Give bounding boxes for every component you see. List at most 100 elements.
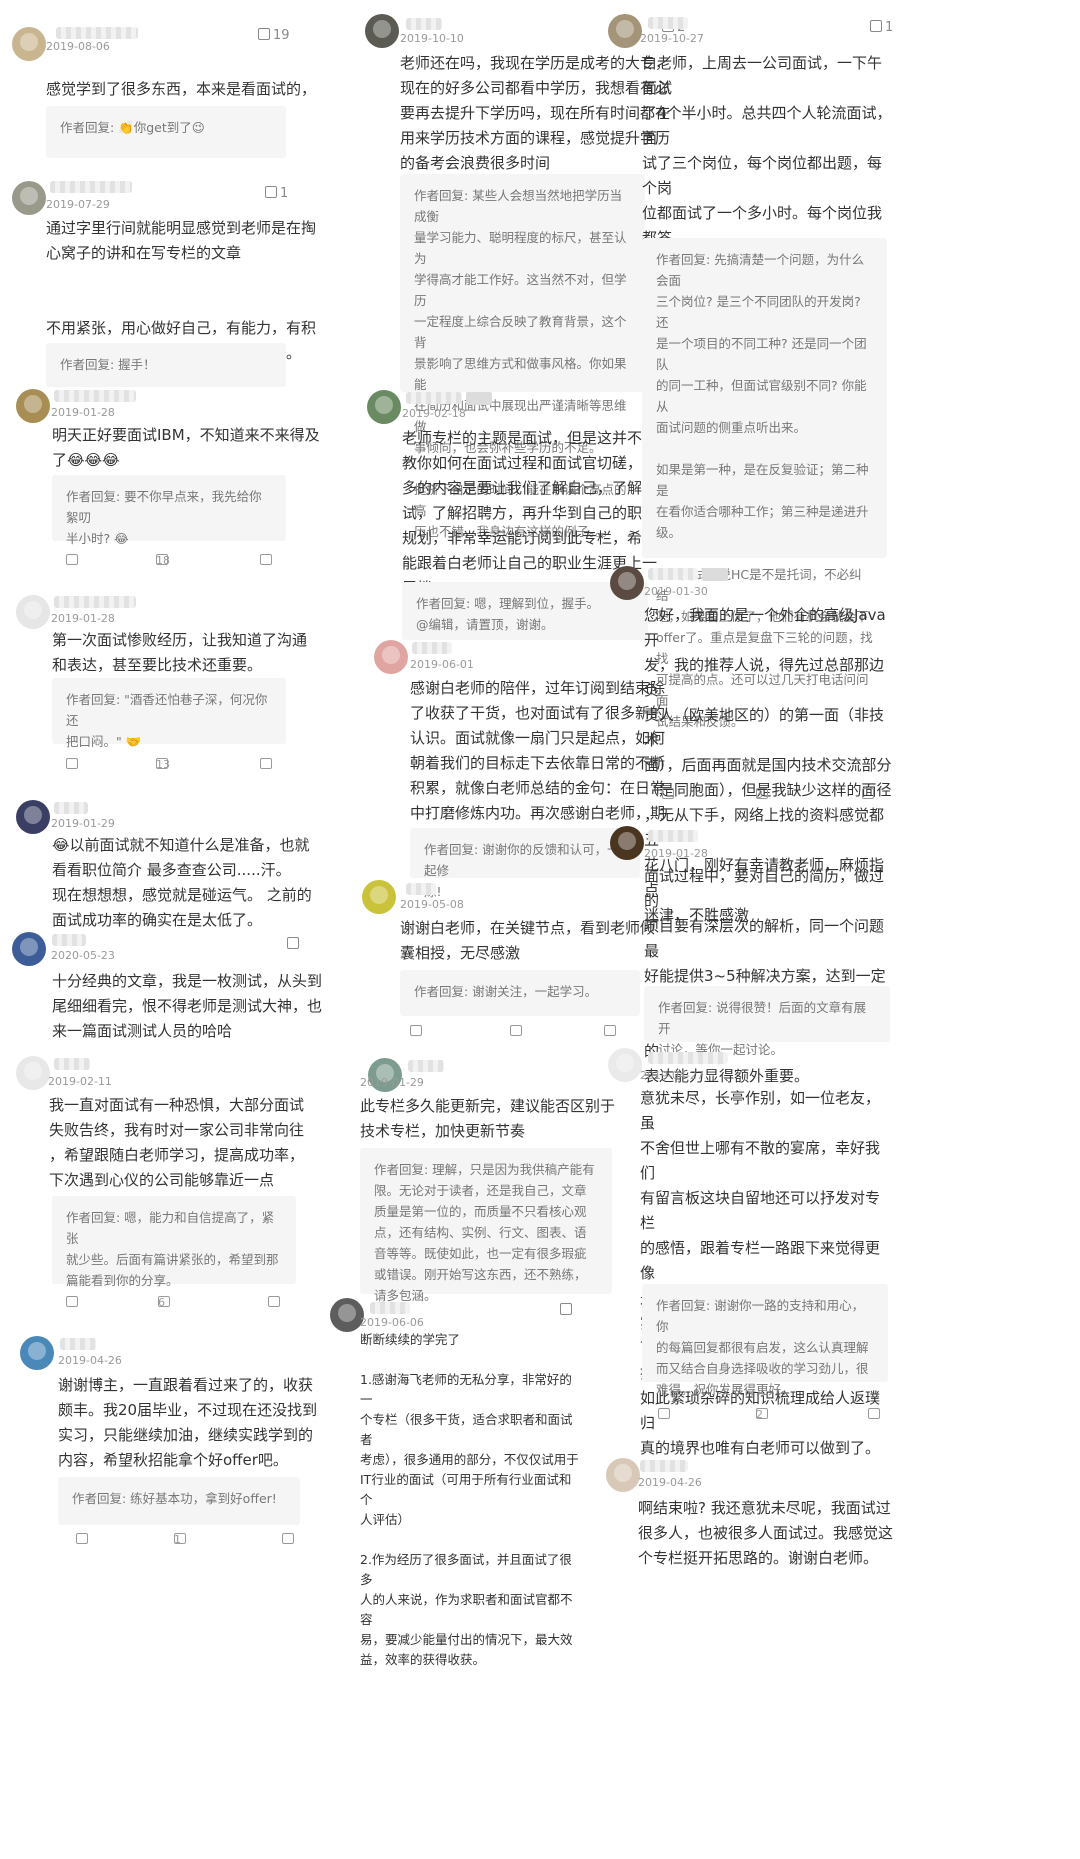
avatar[interactable] (12, 181, 46, 215)
username-redacted (54, 390, 136, 402)
comment-actions: 18 (66, 554, 286, 568)
like-button[interactable]: 1 (265, 186, 288, 201)
author-reply: 作者回复: 谢谢你的反馈和认可，一起修 炼! (410, 828, 640, 899)
comment-date: 2020-05-23 (51, 949, 115, 962)
comment-icon (66, 758, 78, 769)
avatar[interactable] (16, 800, 50, 834)
author-reply: 作者回复: 练好基本功，拿到好offer! (58, 1477, 300, 1525)
username-redacted (54, 802, 88, 814)
comment-icon (66, 1296, 78, 1307)
thumbs-up-icon (265, 186, 277, 198)
comment-date: 2019-05-08 (400, 898, 464, 911)
comments-column-1: 2019-08-06 19 感觉学到了很多东西，本来是看面试的， 后面变成了职业… (0, 0, 360, 1859)
comment-date: 2019-01-28 (51, 612, 115, 625)
avatar[interactable] (610, 566, 644, 600)
comment-actions: 3 (662, 788, 882, 802)
avatar[interactable] (16, 595, 50, 629)
like-count: 1 (885, 20, 894, 35)
username-redacted (54, 1058, 90, 1070)
username-redacted (648, 1052, 728, 1064)
avatar[interactable] (362, 880, 396, 914)
comment-date: 2019-01-29 (360, 1076, 424, 1089)
author-reply: 作者回复: "酒香还怕巷子深，何况你还 把口闷。" 🤝 (52, 678, 286, 749)
author-reply: 作者回复: 嗯，能力和自信提高了，紧张 就少些。后面有篇讲紧张的，希望到那 篇能… (52, 1196, 296, 1288)
share-icon (282, 1533, 294, 1544)
comment-date: 2019-01-28 (644, 847, 708, 860)
avatar[interactable] (606, 1458, 640, 1492)
comment-date: 2019-02-18 (402, 407, 466, 420)
username-redacted (648, 17, 688, 29)
author-reply: 作者回复: 某些人会想当然地把学历当成衡 量学习能力、聪明程度的标尺，甚至认为 … (400, 174, 645, 539)
thumbs-up-icon (258, 28, 270, 40)
author-reply: 作者回复: 理解，只是因为我供稿产能有 限。无论对于读者，还是我自己，文章 质量… (360, 1148, 612, 1303)
thumbs-up-icon (510, 1025, 522, 1036)
comment-text: 第一次面试惨败经历，让我知道了沟通 和表达，甚至要比技术还重要。 (52, 631, 308, 674)
username-redacted (56, 27, 138, 39)
author-reply: 作者回复: 握手！ (46, 343, 286, 387)
avatar[interactable] (20, 1336, 54, 1370)
avatar[interactable] (12, 27, 46, 61)
comment-date: 2019-01-28 (51, 406, 115, 419)
like-count: 1 (280, 186, 289, 201)
username-redacted (648, 568, 698, 580)
username-redacted (50, 181, 132, 193)
share-icon (260, 554, 272, 565)
comment-icon (658, 1408, 670, 1419)
username-redacted (412, 642, 452, 654)
username-redacted (408, 1060, 444, 1072)
comment-icon (662, 788, 674, 799)
like-button[interactable] (287, 937, 302, 952)
comment-text: 我一直对面试有一种恐惧，大部分面试 失败告终，我有时对一家公司非常向往 ，希望跟… (49, 1096, 305, 1189)
comment-date: 2019-04-26 (638, 1476, 702, 1489)
comment-date: 2019-08-06 (46, 40, 110, 53)
username-redacted (60, 1338, 96, 1350)
like-count: 3 (756, 788, 763, 801)
avatar[interactable] (608, 14, 642, 48)
comment-date: 2019-02-11 (48, 1075, 112, 1088)
comment-text: 明天正好要面试IBM，不知道来不来得及 了😂😂😂 (52, 426, 320, 469)
avatar[interactable] (608, 1048, 642, 1082)
comment-date: 2019-10-10 (400, 32, 464, 45)
comment-text: 十分经典的文章，我是一枚测试，从头到 尾细细看完，恨不得老师是测试大神，也 来一… (52, 972, 323, 1040)
comment-icon (66, 554, 78, 565)
comment-text: 断断续续的学完了 1.感谢海飞老师的无私分享，非常好的一 个专栏（很多干货，适合… (360, 1332, 579, 1667)
like-button[interactable]: 19 (258, 28, 290, 43)
avatar[interactable] (12, 932, 46, 966)
comment-date: 2019-06-06 (360, 1316, 424, 1329)
avatar[interactable] (365, 14, 399, 48)
like-button[interactable]: 1 (870, 20, 893, 35)
share-icon (868, 1408, 880, 1419)
comment-date: 2019-07-29 (46, 198, 110, 211)
share-icon (604, 1025, 616, 1036)
like-button[interactable] (560, 1303, 575, 1318)
comment-text: 意犹未尽，长亭作别，如一位老友，虽 不舍但世上哪有不散的宴席，幸好我们 有留言板… (640, 1089, 881, 1457)
username-redacted (54, 596, 136, 608)
avatar[interactable] (374, 640, 408, 674)
avatar[interactable] (330, 1298, 364, 1332)
comment-date: 2019-01-30 (644, 585, 708, 598)
comment-date: 2019-06-01 (410, 658, 474, 671)
comment-text: 谢谢博主，一直跟着看过来了的，收获 颇丰。我20届毕业，不过现在还没找到 实习，… (58, 1376, 318, 1469)
thumbs-up-icon (560, 1303, 572, 1315)
thumbs-up-icon (870, 20, 882, 32)
member-badge (466, 392, 492, 405)
comment-actions: 13 (66, 758, 286, 772)
avatar[interactable] (16, 1056, 50, 1090)
author-reply: 作者回复: 谢谢你一路的支持和用心，你 的每篇回复都很有启发，这么认真理解 而又… (642, 1284, 888, 1397)
author-reply: 作者回复: 要不你早点来，我先给你絮叨 半小时? 😂 (52, 475, 286, 546)
avatar[interactable] (367, 390, 401, 424)
username-redacted (52, 934, 86, 946)
comment-text: 啊结束啦? 我还意犹未尽呢，我面试过 很多人，也被很多人面试过。我感觉这 个专栏… (638, 1499, 894, 1567)
member-badge (702, 568, 728, 581)
share-icon (260, 758, 272, 769)
comment-actions (410, 1025, 630, 1039)
avatar[interactable] (610, 826, 644, 860)
comment-date: 2019-04-27 (640, 1069, 704, 1082)
author-reply: 作者回复: 说得很赞！后面的文章有展开 讨论，等你一起讨论。 (644, 986, 890, 1057)
username-redacted (370, 1302, 410, 1314)
share-icon (268, 1296, 280, 1307)
comment-date: 2019-04-26 (58, 1354, 122, 1367)
username-redacted (406, 392, 462, 404)
author-reply: 作者回复: 先搞清楚一个问题，为什么会面 三个岗位? 是三个不同团队的开发岗? … (642, 238, 887, 729)
avatar[interactable] (16, 389, 50, 423)
